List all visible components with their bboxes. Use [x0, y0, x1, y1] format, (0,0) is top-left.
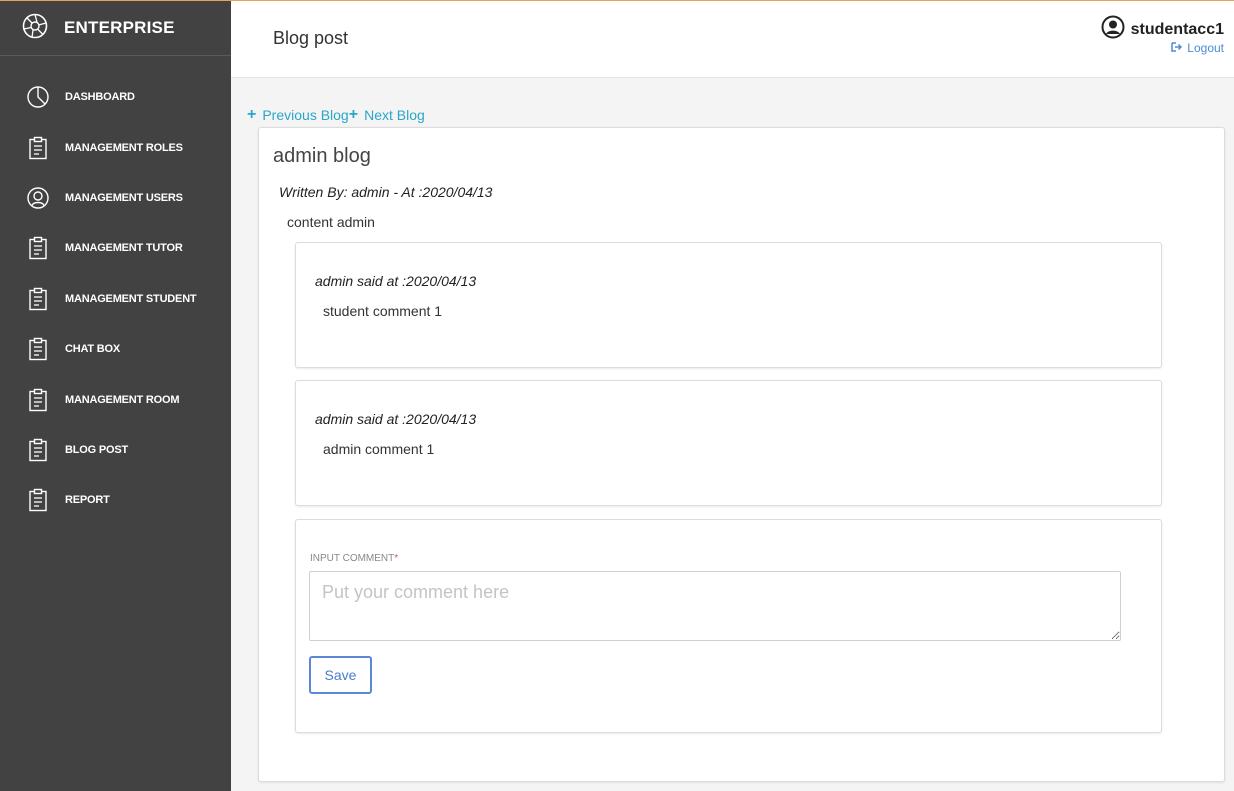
comment-text: student comment 1 — [323, 303, 443, 319]
comment-form: INPUT COMMENT* Save — [295, 519, 1162, 733]
sidebar-item-label: MANAGEMENT ROOM — [65, 393, 180, 406]
brand-name: ENTERPRISE — [64, 18, 175, 37]
sidebar-item-label: CHAT BOX — [65, 343, 121, 356]
clipboard-icon — [26, 438, 50, 462]
brand[interactable]: ENTERPRISE — [0, 1, 231, 56]
clipboard-icon — [26, 287, 50, 311]
previous-blog-label: Previous Blog — [262, 107, 349, 123]
plus-icon: + — [247, 106, 257, 123]
sidebar-item-report[interactable]: REPORT — [0, 475, 231, 525]
previous-blog-link[interactable]: + Previous Blog — [247, 106, 349, 124]
sidebar-item-blog-post[interactable]: BLOG POST — [0, 425, 231, 475]
comment-input-label: INPUT COMMENT* — [310, 553, 398, 564]
sidebar-item-management-room[interactable]: MANAGEMENT ROOM — [0, 374, 231, 424]
sidebar-item-management-users[interactable]: MANAGEMENT USERS — [0, 173, 231, 223]
header: Blog post studentacc1 Logout — [231, 1, 1234, 78]
sidebar-item-label: DASHBOARD — [65, 91, 135, 104]
clipboard-icon — [26, 337, 50, 361]
user-circle-icon — [26, 186, 50, 210]
clipboard-icon — [26, 236, 50, 260]
sign-out-icon — [1171, 41, 1187, 55]
blog-card: admin blog Written By: admin - At :2020/… — [258, 127, 1225, 782]
clipboard-icon — [26, 488, 50, 512]
comment-text: admin comment 1 — [323, 441, 435, 457]
pie-chart-icon — [26, 85, 50, 109]
sidebar-item-label: MANAGEMENT TUTOR — [65, 242, 183, 255]
sidebar: ENTERPRISE DASHBOARD MANAGEMENT ROLES MA… — [0, 1, 231, 791]
plus-icon: + — [348, 106, 359, 123]
required-mark: * — [394, 553, 399, 564]
sidebar-item-management-roles[interactable]: MANAGEMENT ROLES — [0, 122, 231, 172]
clipboard-icon — [26, 388, 50, 412]
sidebar-item-management-student[interactable]: MANAGEMENT STUDENT — [0, 274, 231, 324]
sidebar-item-label: BLOG POST — [65, 443, 128, 456]
comment-meta: admin said at :2020/04/13 — [315, 273, 477, 289]
sidebar-item-label: REPORT — [65, 494, 110, 507]
user-menu[interactable]: studentacc1 — [1101, 15, 1224, 44]
sidebar-item-label: MANAGEMENT STUDENT — [65, 292, 197, 305]
sidebar-item-chat-box[interactable]: CHAT BOX — [0, 324, 231, 374]
logout-link[interactable]: Logout — [1171, 41, 1224, 55]
blog-navigation: + Previous Blog + Next Blog — [247, 106, 425, 124]
clipboard-icon — [26, 136, 50, 160]
comment-input[interactable] — [309, 571, 1121, 641]
comment-meta: admin said at :2020/04/13 — [315, 411, 477, 427]
sidebar-item-label: MANAGEMENT ROLES — [65, 141, 183, 154]
sidebar-item-label: MANAGEMENT USERS — [65, 191, 183, 204]
next-blog-label: Next Blog — [364, 107, 425, 123]
user-avatar-icon — [1101, 15, 1125, 44]
save-button[interactable]: Save — [309, 656, 372, 694]
sidebar-item-dashboard[interactable]: DASHBOARD — [0, 72, 231, 122]
aperture-logo-icon — [22, 13, 48, 44]
username: studentacc1 — [1130, 20, 1224, 38]
blog-content: content admin — [287, 214, 375, 230]
page-title: Blog post — [273, 28, 349, 48]
comment-card: admin said at :2020/04/13 admin comment … — [295, 380, 1162, 506]
sidebar-item-management-tutor[interactable]: MANAGEMENT TUTOR — [0, 223, 231, 273]
comment-input-label-text: INPUT COMMENT — [310, 553, 395, 564]
comment-card: admin said at :2020/04/13 student commen… — [295, 242, 1162, 368]
blog-author-date: Written By: admin - At :2020/04/13 — [279, 184, 493, 200]
sidebar-nav: DASHBOARD MANAGEMENT ROLES MANAGEMENT US… — [0, 72, 231, 526]
next-blog-link[interactable]: + Next Blog — [348, 106, 425, 124]
blog-title: admin blog — [273, 145, 371, 167]
logout-label: Logout — [1187, 41, 1224, 55]
